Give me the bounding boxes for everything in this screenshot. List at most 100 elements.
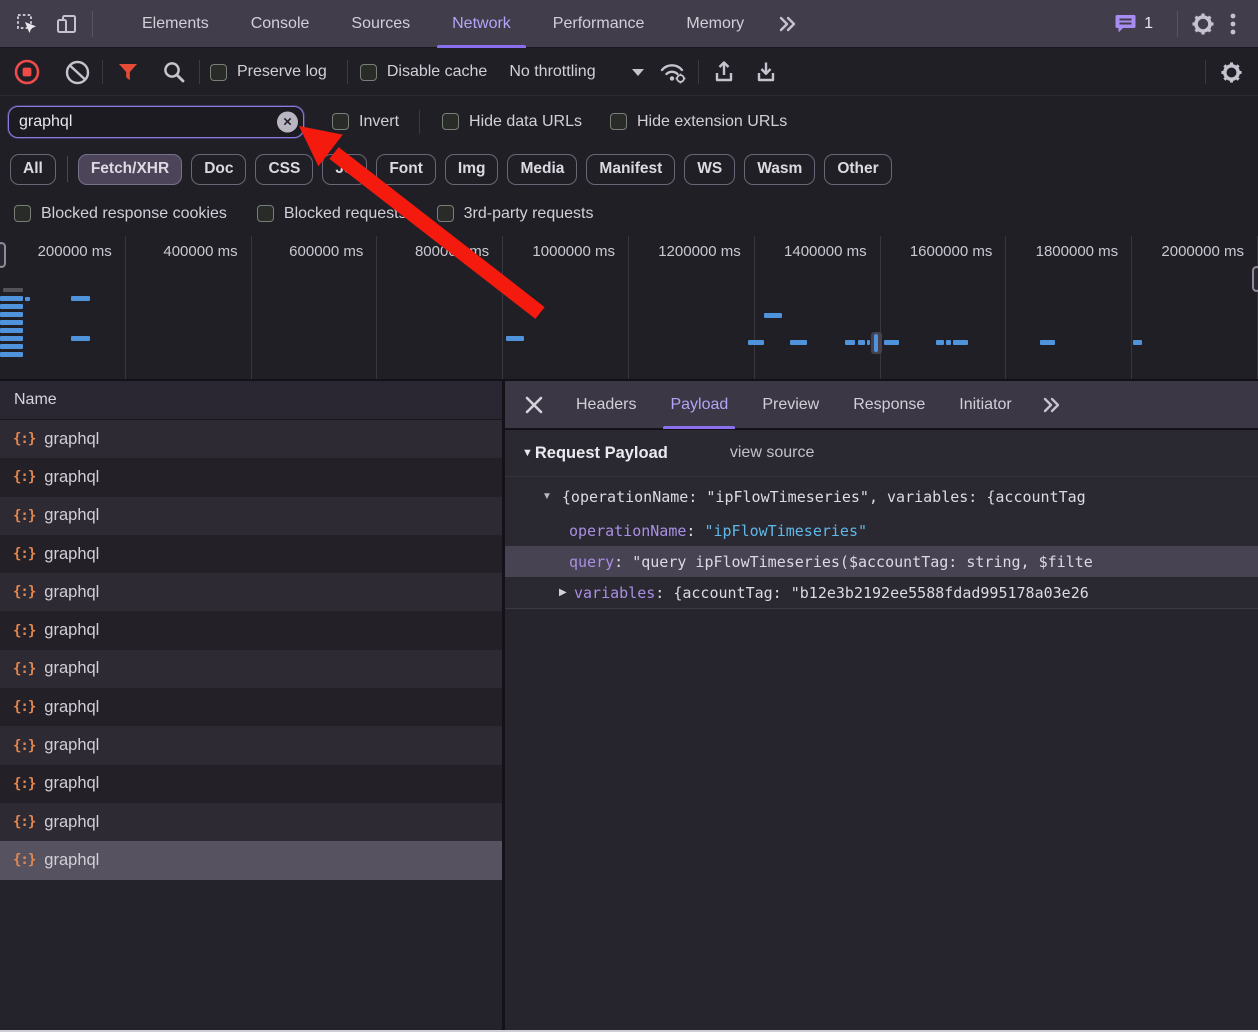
payload-summary-row[interactable]: ▼ {operationName: "ipFlowTimeseries", va… <box>505 477 1258 515</box>
name-column-header[interactable]: Name <box>0 381 502 420</box>
toolbar-separator <box>1177 11 1178 37</box>
filter-chip-media[interactable]: Media <box>507 154 577 185</box>
hide-data-urls-checkbox[interactable]: Hide data URLs <box>442 113 582 131</box>
close-details-button[interactable] <box>519 390 549 420</box>
import-har-button[interactable] <box>709 57 739 87</box>
view-source-link[interactable]: view source <box>730 444 814 462</box>
filter-chip-ws[interactable]: WS <box>684 154 735 185</box>
table-row[interactable]: {:}graphql <box>0 765 502 803</box>
double-chevron-right-icon <box>777 14 799 34</box>
preserve-log-label: Preserve log <box>237 63 327 81</box>
settings-button[interactable] <box>1188 9 1218 39</box>
disclosure-triangle-icon[interactable]: ▶ <box>559 587 574 598</box>
detail-tabs-bar: HeadersPayloadPreviewResponseInitiator <box>505 381 1258 430</box>
table-row[interactable]: {:}graphql <box>0 420 502 458</box>
filter-chip-img[interactable]: Img <box>445 154 499 185</box>
json-braces-icon: {:} <box>13 661 35 677</box>
disable-cache-checkbox[interactable]: Disable cache <box>360 63 488 81</box>
more-panels-button[interactable] <box>765 14 811 34</box>
filter-chip-all[interactable]: All <box>10 154 56 185</box>
timeline-tick-label: 600000 ms <box>252 236 377 260</box>
clear-network-log-button[interactable] <box>62 57 92 87</box>
tab-network[interactable]: Network <box>431 0 532 48</box>
table-row[interactable]: {:}graphql <box>0 497 502 535</box>
tab-elements[interactable]: Elements <box>121 0 230 48</box>
throttling-dropdown[interactable]: No throttling <box>509 63 643 81</box>
json-braces-icon: {:} <box>13 546 35 562</box>
tab-performance[interactable]: Performance <box>532 0 666 48</box>
device-toolbar-button[interactable] <box>52 9 82 39</box>
filter-chip-css[interactable]: CSS <box>255 154 313 185</box>
table-row[interactable]: {:}graphql <box>0 726 502 764</box>
tab-memory[interactable]: Memory <box>665 0 765 48</box>
detail-tab-initiator[interactable]: Initiator <box>942 381 1028 429</box>
request-name: graphql <box>44 583 99 602</box>
third-party-requests-checkbox[interactable]: 3rd-party requests <box>437 205 594 223</box>
detail-tab-response[interactable]: Response <box>836 381 942 429</box>
detail-tab-headers[interactable]: Headers <box>559 381 653 429</box>
filter-button[interactable] <box>113 57 143 87</box>
table-row[interactable]: {:}graphql <box>0 535 502 573</box>
hide-extension-urls-label: Hide extension URLs <box>637 113 787 131</box>
payload-property-row[interactable]: operationName: "ipFlowTimeseries" <box>505 515 1258 546</box>
filter-input[interactable] <box>9 113 303 131</box>
blocked-requests-checkbox[interactable]: Blocked requests <box>257 205 407 223</box>
table-row[interactable]: {:}graphql <box>0 611 502 649</box>
chevron-down-icon <box>632 69 644 76</box>
table-row[interactable]: {:}graphql <box>0 573 502 611</box>
issues-count: 1 <box>1144 15 1153 33</box>
devtools-top-bar: ElementsConsoleSourcesNetworkPerformance… <box>0 0 1258 48</box>
timeline-right-grip[interactable] <box>1252 266 1258 292</box>
search-button[interactable] <box>159 57 189 87</box>
checkbox-icon <box>442 113 459 130</box>
toolbar-separator <box>92 11 93 37</box>
blocked-response-cookies-checkbox[interactable]: Blocked response cookies <box>14 205 227 223</box>
filter-chip-doc[interactable]: Doc <box>191 154 246 185</box>
table-row[interactable]: {:}graphql <box>0 803 502 841</box>
preserve-log-checkbox[interactable]: Preserve log <box>210 63 327 81</box>
filter-chip-fetch-xhr[interactable]: Fetch/XHR <box>78 154 182 185</box>
filter-chip-manifest[interactable]: Manifest <box>586 154 675 185</box>
payload-property-row[interactable]: query: "query ipFlowTimeseries($accountT… <box>505 546 1258 577</box>
record-network-log-button[interactable] <box>12 57 42 87</box>
filter-chip-other[interactable]: Other <box>824 154 891 185</box>
filter-chip-js[interactable]: JS <box>322 154 367 185</box>
blocked-requests-label: Blocked requests <box>284 205 407 223</box>
gear-icon <box>1220 61 1243 84</box>
detail-tab-payload[interactable]: Payload <box>653 381 745 429</box>
table-row[interactable]: {:}graphql <box>0 688 502 726</box>
clear-filter-icon[interactable]: × <box>277 111 298 132</box>
network-conditions-button[interactable] <box>658 57 688 87</box>
filter-chip-wasm[interactable]: Wasm <box>744 154 815 185</box>
network-settings-button[interactable] <box>1216 57 1246 87</box>
request-timing-bar <box>946 340 951 345</box>
network-overview-timeline[interactable]: 200000 ms400000 ms600000 ms800000 ms1000… <box>0 236 1258 381</box>
inspect-element-button[interactable] <box>12 9 42 39</box>
toolbar-separator <box>1205 60 1206 84</box>
table-row[interactable]: {:}graphql <box>0 841 502 879</box>
third-party-requests-label: 3rd-party requests <box>464 205 594 223</box>
filter-input-wrapper: × <box>8 106 304 138</box>
hide-extension-urls-checkbox[interactable]: Hide extension URLs <box>610 113 787 131</box>
payload-property-row[interactable]: ▶variables: {accountTag: "b12e3b2192ee55… <box>505 577 1258 608</box>
disable-cache-label: Disable cache <box>387 63 488 81</box>
table-row[interactable]: {:}graphql <box>0 650 502 688</box>
timeline-left-grip[interactable] <box>0 242 6 268</box>
extra-filter-bar: Blocked response cookies Blocked request… <box>0 191 1258 236</box>
more-detail-tabs-button[interactable] <box>1029 395 1075 415</box>
property-separator: : <box>655 584 673 602</box>
customize-devtools-button[interactable] <box>1218 9 1248 39</box>
filter-chip-font[interactable]: Font <box>376 154 436 185</box>
table-row[interactable]: {:}graphql <box>0 458 502 496</box>
invert-checkbox[interactable]: Invert <box>332 113 399 131</box>
issues-button[interactable]: 1 <box>1114 13 1153 34</box>
checkbox-icon <box>210 64 227 81</box>
request-timing-bar <box>0 296 23 301</box>
request-payload-section-header[interactable]: ▼ Request Payload view source <box>505 430 1258 477</box>
export-har-button[interactable] <box>751 57 781 87</box>
tab-console[interactable]: Console <box>230 0 331 48</box>
detail-tab-preview[interactable]: Preview <box>745 381 836 429</box>
tab-sources[interactable]: Sources <box>330 0 431 48</box>
json-braces-icon: {:} <box>13 469 35 485</box>
request-timing-bar <box>1133 340 1142 345</box>
